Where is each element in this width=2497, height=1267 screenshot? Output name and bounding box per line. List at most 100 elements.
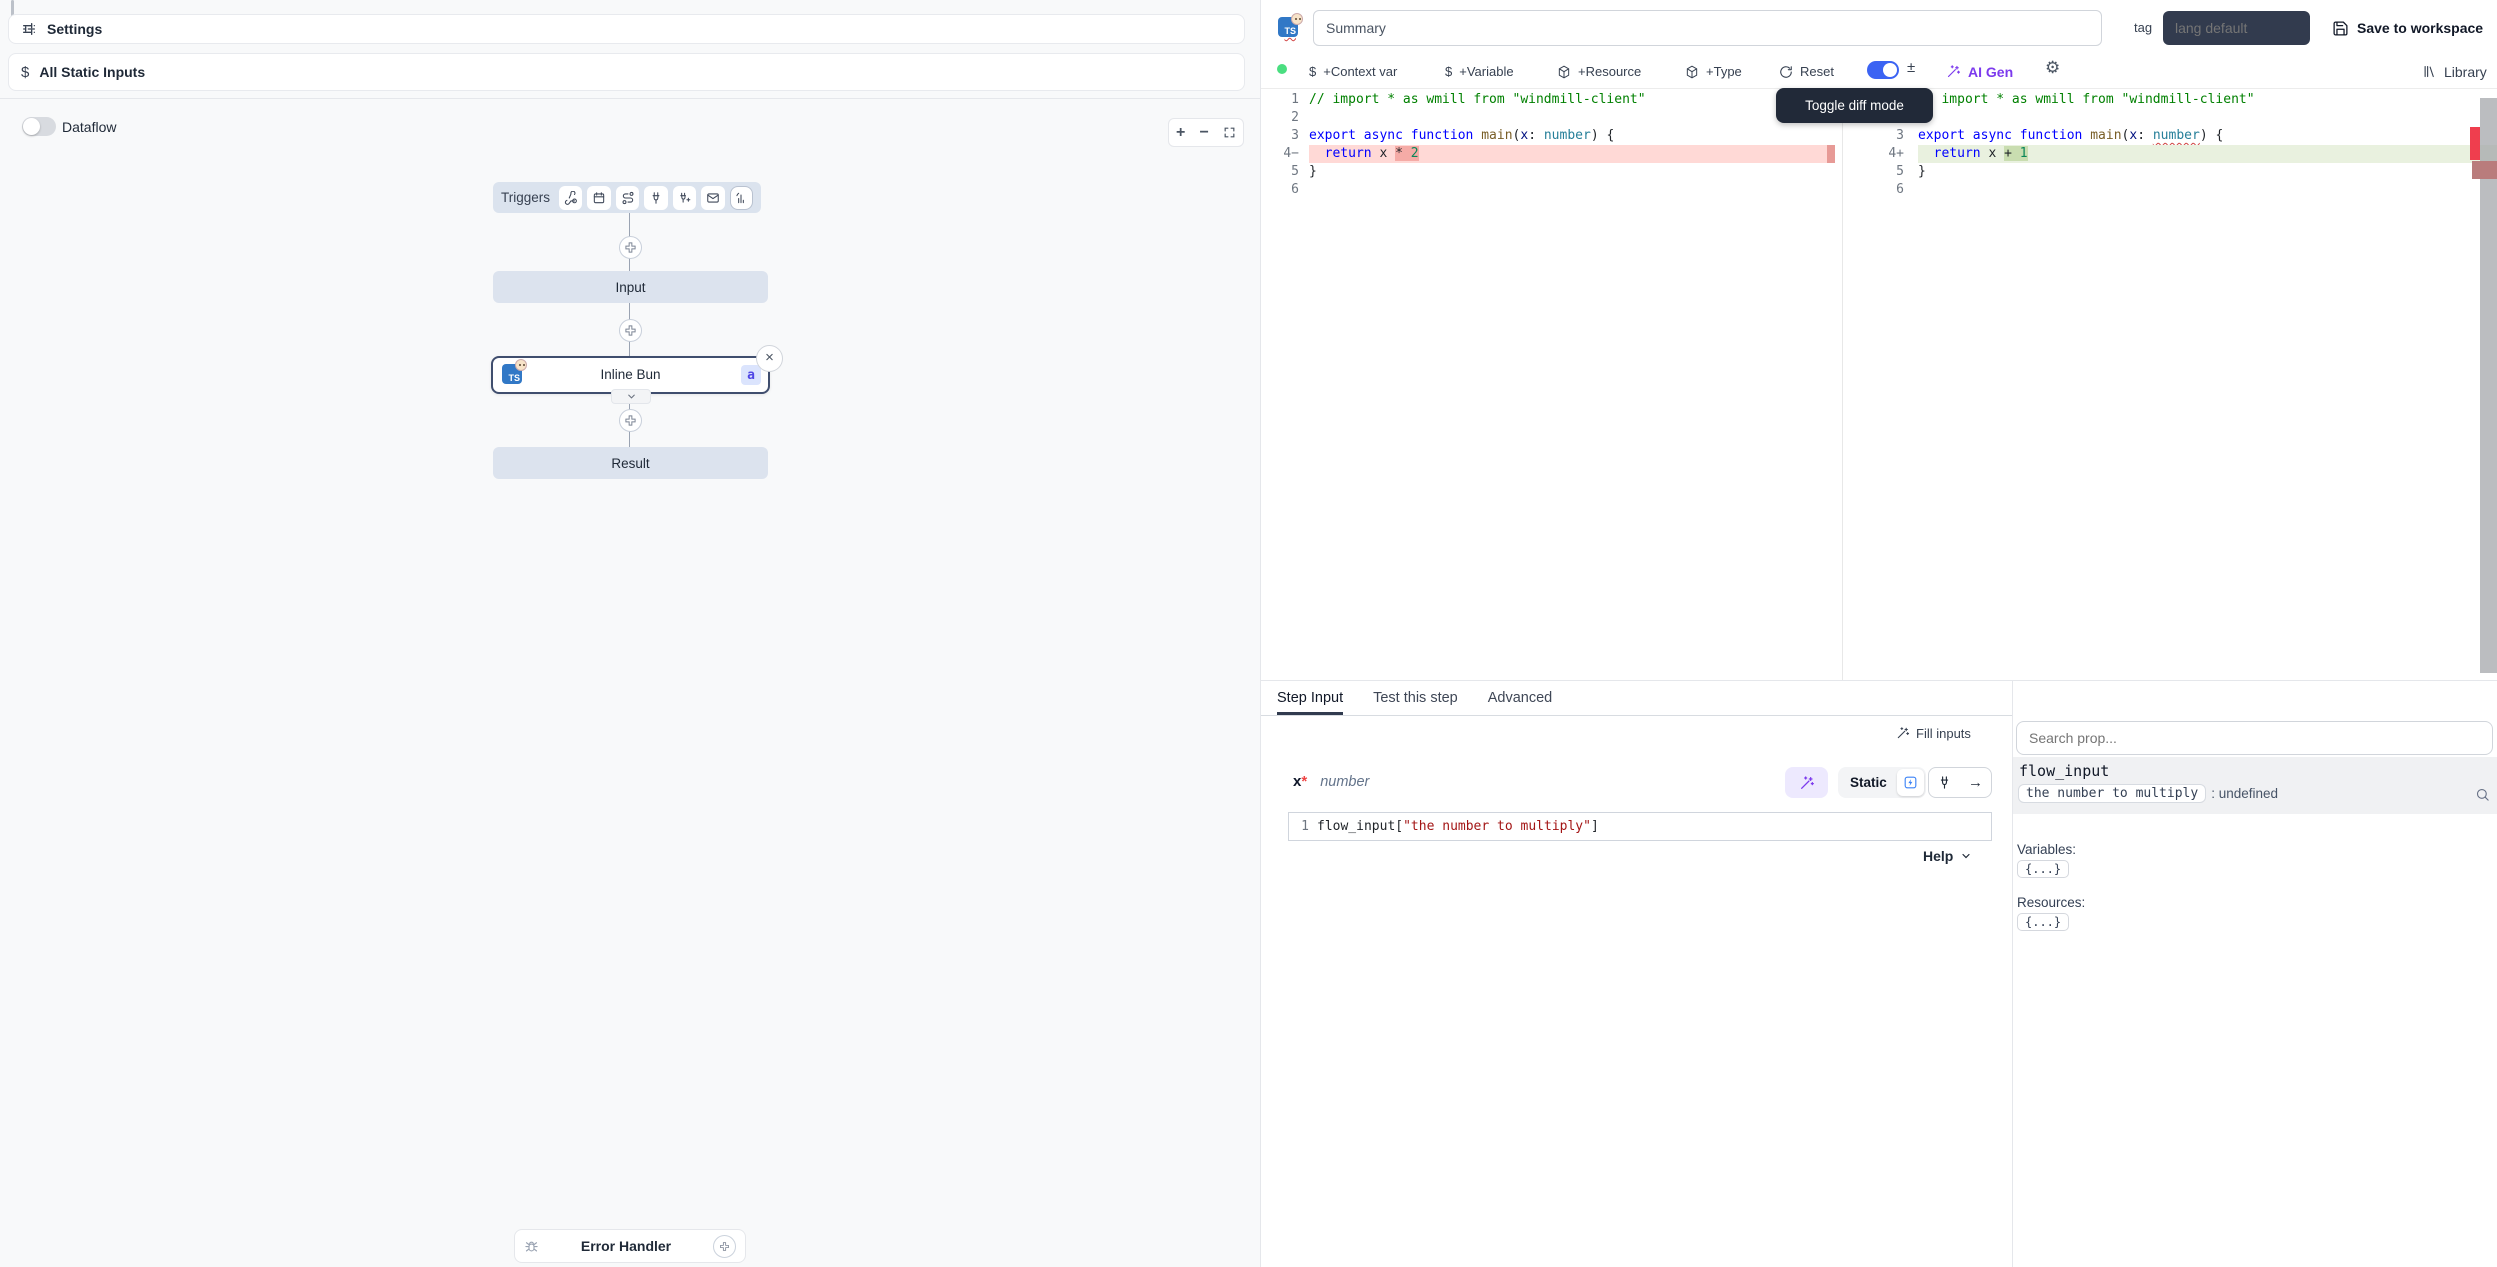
expression-code: flow_input["the number to multiply"] [1317, 813, 1599, 840]
input-field-row: x* number [1293, 773, 1369, 791]
code-token: : [1528, 128, 1544, 143]
poll-trigger-button[interactable] [730, 186, 753, 210]
diff-mode-toggle[interactable] [1867, 61, 1899, 79]
remove-step-button[interactable]: × [756, 345, 783, 372]
arrow-right-button[interactable]: → [1968, 774, 1983, 791]
insert-step-button[interactable] [619, 319, 642, 342]
add-type-button[interactable]: +Type [1685, 55, 1742, 88]
code-token: ) { [1591, 128, 1614, 143]
flow-graph-panel: Settings $ All Static Inputs Dataflow + … [0, 0, 1261, 1267]
search-prop-input[interactable] [2016, 721, 2493, 755]
error-marker [2472, 161, 2497, 179]
tag-input[interactable] [2163, 11, 2310, 45]
chevron-down-icon [1960, 850, 1972, 862]
code-token: function [2020, 128, 2083, 143]
code-content: return x * 2 [1309, 145, 1835, 163]
error-handler-label: Error Handler [581, 1238, 671, 1254]
static-option[interactable]: Static [1850, 775, 1887, 790]
code-token: * [1395, 146, 1411, 161]
triggers-node[interactable]: Triggers [493, 182, 761, 213]
add-resource-button[interactable]: +Resource [1557, 55, 1641, 88]
webhook-trigger-button[interactable] [559, 186, 582, 210]
reset-button[interactable]: Reset [1779, 55, 1834, 88]
ai-gen-button[interactable]: AI Gen [1946, 55, 2013, 88]
postgres-trigger-button[interactable] [673, 186, 696, 210]
zoom-in-button[interactable]: + [1176, 125, 1185, 141]
code-line: 1// import * as wmill from "windmill-cli… [1878, 91, 2497, 109]
error-handler-node[interactable]: Error Handler [514, 1229, 746, 1263]
http-route-trigger-button[interactable] [616, 186, 639, 210]
tab-test-this-step[interactable]: Test this step [1373, 681, 1458, 715]
resources-object-pill[interactable]: {...} [2017, 913, 2069, 931]
diff-pane-original[interactable]: 1// import * as wmill from "windmill-cli… [1261, 91, 1835, 199]
code-diff-editor[interactable]: 1// import * as wmill from "windmill-cli… [1261, 88, 2497, 680]
diff-marker [1827, 145, 1835, 163]
prop-description: the number to multiply : undefined [2018, 784, 2278, 803]
connect-input-controls: → [1928, 767, 1992, 798]
code-content [1309, 181, 1835, 199]
library-button[interactable]: Library [2422, 55, 2487, 88]
plug-connect-button[interactable] [1937, 775, 1952, 790]
static-expr-segmented-control[interactable]: Static [1838, 767, 1926, 798]
code-line: 5} [1878, 163, 2497, 181]
code-content [1918, 109, 2497, 127]
step-tabs: Step Input Test this step Advanced [1261, 681, 2012, 716]
flow-input-prop[interactable]: flow_input the number to multiply : unde… [2013, 757, 2497, 814]
code-token: async [1364, 128, 1403, 143]
expression-editor[interactable]: 1 flow_input["the number to multiply"] [1288, 812, 1992, 841]
email-trigger-button[interactable] [701, 186, 724, 210]
collapse-step-button[interactable] [611, 389, 651, 404]
canvas-zoom-controls: + − [1168, 118, 1244, 147]
typescript-bun-icon: TS [1278, 13, 1300, 37]
code-line: 1// import * as wmill from "windmill-cli… [1261, 91, 1835, 109]
code-token: ] [1591, 819, 1599, 834]
websocket-trigger-button[interactable] [644, 186, 667, 210]
code-token: : [2137, 128, 2153, 143]
editor-scrollbar[interactable] [2480, 98, 2497, 673]
code-line: 5} [1261, 163, 1835, 181]
flow-result-node[interactable]: Result [493, 447, 768, 479]
tab-advanced[interactable]: Advanced [1488, 681, 1553, 715]
refresh-icon [1779, 65, 1793, 79]
line-number: 5 [1878, 163, 1904, 181]
route-icon [621, 191, 635, 205]
flow-input-node[interactable]: Input [493, 271, 768, 303]
settings-button[interactable]: Settings [8, 14, 1245, 44]
insert-step-button[interactable] [619, 409, 642, 432]
zoom-out-button[interactable]: − [1199, 125, 1208, 141]
expression-option[interactable] [1897, 769, 1924, 796]
add-context-var-button[interactable]: $+Context var [1309, 55, 1397, 88]
save-to-workspace-button[interactable]: Save to workspace [2332, 14, 2483, 42]
code-token [1965, 128, 1973, 143]
code-token: main [1481, 128, 1512, 143]
gear-icon[interactable]: ⚙ [2045, 58, 2060, 78]
code-token [1918, 146, 1934, 161]
code-token: export [1918, 128, 1965, 143]
code-line: 6 [1261, 181, 1835, 199]
code-token: 1 [2020, 146, 2028, 161]
add-variable-button[interactable]: $+Variable [1445, 55, 1514, 88]
tab-step-input[interactable]: Step Input [1277, 681, 1343, 715]
ai-fill-button[interactable] [1785, 767, 1828, 798]
add-error-handler-button[interactable] [713, 1235, 736, 1258]
plug-plus-icon [677, 191, 691, 205]
insert-step-button[interactable] [619, 236, 642, 259]
variables-object-pill[interactable]: {...} [2017, 860, 2069, 878]
diff-pane-modified[interactable]: 1// import * as wmill from "windmill-cli… [1878, 91, 2497, 199]
code-token: ) { [2200, 128, 2223, 143]
code-token: flow_input [1317, 819, 1395, 834]
search-icon[interactable] [2475, 787, 2490, 802]
code-content: export async function main(x: number) { [1309, 127, 1835, 145]
code-token: number [1544, 128, 1591, 143]
result-node-label: Result [611, 456, 649, 471]
fill-inputs-button[interactable]: Fill inputs [1896, 722, 1971, 744]
dataflow-toggle[interactable] [22, 117, 56, 136]
help-button[interactable]: Help [1923, 848, 1972, 864]
all-static-inputs-button[interactable]: $ All Static Inputs [8, 53, 1245, 91]
schedule-trigger-button[interactable] [587, 186, 610, 210]
line-number: 2 [1261, 109, 1299, 127]
plus-minus-label[interactable]: ± [1907, 59, 1915, 76]
summary-input[interactable] [1313, 10, 2102, 46]
step-node-title: Inline Bun [493, 367, 768, 382]
fullscreen-button[interactable] [1223, 126, 1236, 139]
